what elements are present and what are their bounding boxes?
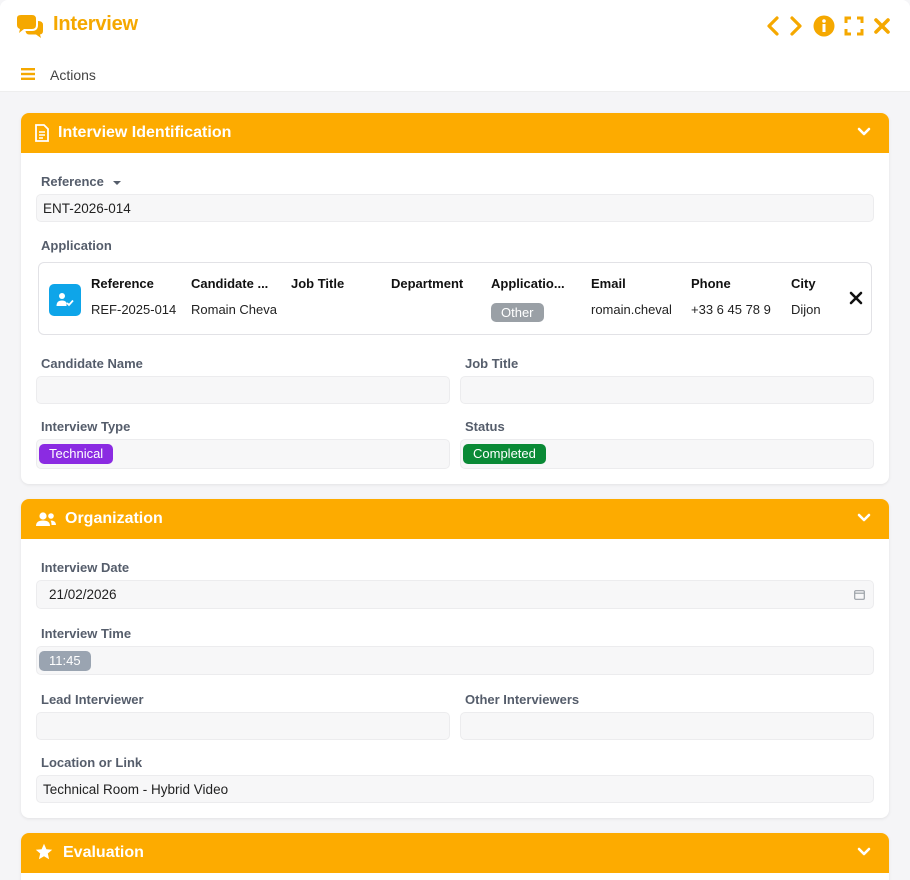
- expand-icon: [844, 16, 864, 36]
- chevron-down-icon: [857, 127, 871, 136]
- info-icon: [813, 15, 835, 37]
- other-interviewers-field[interactable]: [460, 712, 874, 740]
- application-status-badge: Other: [491, 303, 544, 322]
- status-label: Status: [465, 419, 505, 434]
- interview-date-label: Interview Date: [41, 560, 130, 575]
- star-icon: [35, 843, 53, 860]
- organization-header[interactable]: Organization: [21, 499, 889, 539]
- chevron-down-icon: [857, 513, 871, 522]
- identification-title: Interview Identification: [58, 124, 232, 141]
- job-title-label: Job Title: [465, 356, 519, 371]
- col-header-job-title: Job Title: [291, 276, 345, 291]
- application-card[interactable]: Reference Candidate ... Job Title Depart…: [38, 262, 872, 335]
- organization-title: Organization: [65, 510, 163, 527]
- next-button[interactable]: [785, 14, 807, 38]
- user-check-icon: [56, 293, 74, 307]
- lead-interviewer-label: Lead Interviewer: [41, 692, 144, 707]
- col-header-candidate: Candidate ...: [191, 276, 269, 291]
- evaluation-section: Evaluation: [21, 833, 889, 880]
- interview-time-field[interactable]: 11:45: [36, 646, 874, 675]
- application-phone: +33 6 45 78 9: [691, 302, 771, 317]
- info-button[interactable]: [813, 14, 835, 38]
- organization-section: Organization Interview Date 21/02/2026 I…: [21, 499, 889, 818]
- actions-menu[interactable]: Actions: [50, 67, 96, 83]
- col-header-reference: Reference: [91, 276, 154, 291]
- evaluation-header[interactable]: Evaluation: [21, 833, 889, 873]
- hamburger-menu-icon[interactable]: [21, 68, 35, 80]
- candidate-name-field[interactable]: [36, 376, 450, 404]
- application-city: Dijon: [791, 302, 821, 317]
- application-avatar: [49, 284, 81, 316]
- chevron-down-icon: [857, 847, 871, 856]
- document-icon: [35, 124, 49, 142]
- window-title: Interview: [53, 13, 138, 35]
- interview-time-badge: 11:45: [39, 651, 91, 671]
- fullscreen-button[interactable]: [843, 14, 865, 38]
- reference-label: Reference: [41, 174, 122, 189]
- chat-bubbles-icon: [17, 15, 43, 38]
- interview-window: Interview Actions Interview Identificati…: [0, 0, 910, 880]
- reference-field[interactable]: ENT-2026-014: [36, 194, 874, 222]
- interview-type-badge: Technical: [39, 444, 114, 464]
- application-reference: REF-2025-014: [91, 302, 177, 317]
- interview-date-field[interactable]: 21/02/2026: [36, 580, 874, 609]
- status-badge: Completed: [463, 444, 546, 464]
- previous-button[interactable]: [762, 14, 784, 38]
- other-interviewers-label: Other Interviewers: [465, 692, 580, 707]
- lead-interviewer-field[interactable]: [36, 712, 450, 740]
- application-email: romain.cheval: [591, 302, 672, 317]
- identification-header[interactable]: Interview Identification: [21, 113, 889, 153]
- location-label: Location or Link: [41, 755, 143, 770]
- col-header-application-status: Applicatio...: [491, 276, 565, 291]
- status-field[interactable]: Completed: [460, 439, 874, 469]
- users-icon: [36, 512, 56, 526]
- close-button[interactable]: [871, 14, 893, 38]
- remove-application-icon[interactable]: [849, 291, 863, 305]
- interview-type-field[interactable]: Technical: [36, 439, 450, 469]
- candidate-name-label: Candidate Name: [41, 356, 143, 371]
- calendar-icon[interactable]: [854, 589, 865, 600]
- chevron-left-icon: [767, 16, 779, 36]
- col-header-department: Department: [391, 276, 464, 291]
- application-candidate: Romain Cheva: [191, 302, 277, 317]
- location-field[interactable]: Technical Room - Hybrid Video: [36, 775, 874, 803]
- col-header-email: Email: [591, 276, 626, 291]
- col-header-phone: Phone: [691, 276, 731, 291]
- application-label: Application: [41, 238, 112, 253]
- close-icon: [874, 18, 890, 34]
- action-toolbar: Actions: [0, 56, 910, 92]
- job-title-field[interactable]: [460, 376, 874, 404]
- identification-section: Interview Identification Reference ENT-2…: [21, 113, 889, 484]
- interview-time-label: Interview Time: [41, 626, 132, 641]
- interview-date-value: 21/02/2026: [49, 587, 117, 602]
- caret-down-icon[interactable]: [112, 179, 122, 187]
- interview-type-label: Interview Type: [41, 419, 131, 434]
- col-header-city: City: [791, 276, 816, 291]
- title-bar: Interview: [0, 0, 910, 56]
- evaluation-title: Evaluation: [63, 844, 144, 861]
- chevron-right-icon: [790, 16, 802, 36]
